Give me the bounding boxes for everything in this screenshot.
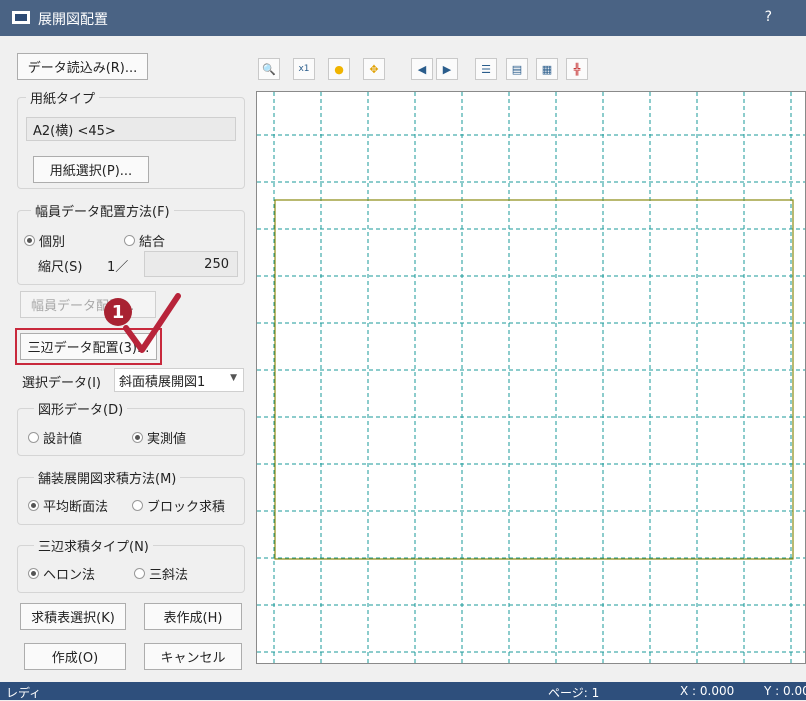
radio-average-section[interactable]: 平均断面法 bbox=[28, 496, 108, 515]
next-page-icon[interactable]: ▶ bbox=[436, 58, 458, 80]
move-shape-icon[interactable]: ✥ bbox=[363, 58, 385, 80]
step-badge: 1 bbox=[104, 298, 132, 326]
scale-input[interactable]: 250 bbox=[144, 251, 238, 277]
table-create-button[interactable]: 表作成(H) bbox=[144, 603, 242, 630]
status-x: X : 0.000 bbox=[680, 684, 735, 698]
zoom-window-icon[interactable]: 🔍 bbox=[258, 58, 280, 80]
select-data-label: 選択データ(I) bbox=[22, 376, 101, 391]
radio-dot-icon bbox=[132, 500, 143, 511]
paving-method-label: 舗装展開図求積方法(M) bbox=[34, 468, 181, 487]
help-button[interactable]: ? bbox=[765, 9, 772, 25]
scale-prefix: 1／ bbox=[107, 260, 129, 275]
radio-dot-icon bbox=[132, 432, 143, 443]
radio-block-area[interactable]: ブロック求積 bbox=[132, 496, 225, 515]
radio-dot-icon bbox=[28, 500, 39, 511]
cancel-button[interactable]: キャンセル bbox=[144, 643, 242, 670]
list-icon[interactable]: ☰ bbox=[475, 58, 497, 80]
paper-select-button[interactable]: 用紙選択(P)... bbox=[33, 156, 149, 183]
zoom-x1-icon[interactable]: x1 bbox=[293, 58, 315, 80]
radio-measured-value[interactable]: 実測値 bbox=[132, 428, 186, 447]
grid-icon[interactable]: ╬ bbox=[566, 58, 588, 80]
prev-page-icon[interactable]: ◀ bbox=[411, 58, 433, 80]
chevron-down-icon: ▼ bbox=[230, 373, 237, 383]
status-page: ページ: 1 bbox=[548, 686, 600, 700]
sheet-grid bbox=[257, 92, 805, 663]
paper-type-label: 用紙タイプ bbox=[26, 88, 100, 107]
paper-frame bbox=[274, 199, 794, 560]
title-bar: 展開図配置 ? bbox=[0, 0, 806, 36]
triangle-area-label: 三辺求積タイプ(N) bbox=[34, 536, 153, 555]
select-data-dropdown[interactable]: 斜面積展開図1 ▼ bbox=[114, 368, 244, 392]
radio-sanshya[interactable]: 三斜法 bbox=[134, 564, 188, 583]
detail-list-icon[interactable]: ▤ bbox=[506, 58, 528, 80]
layout-canvas[interactable] bbox=[256, 91, 806, 664]
scale-label: 縮尺(S) bbox=[38, 260, 83, 275]
checkmark-icon bbox=[123, 293, 181, 353]
app-icon bbox=[12, 11, 30, 24]
radio-individual[interactable]: 個別 bbox=[24, 231, 65, 250]
shape-data-label: 図形データ(D) bbox=[34, 399, 128, 418]
radio-heron[interactable]: ヘロン法 bbox=[28, 564, 95, 583]
paper-type-value: A2(横) <45> bbox=[26, 117, 236, 141]
load-data-button[interactable]: データ読込み(R)... bbox=[17, 53, 148, 80]
radio-dot-icon bbox=[28, 432, 39, 443]
width-placement-label: 幅員データ配置方法(F) bbox=[31, 201, 174, 220]
layout-grid-icon[interactable]: ▦ bbox=[536, 58, 558, 80]
window-title: 展開図配置 bbox=[38, 12, 108, 28]
create-button[interactable]: 作成(O) bbox=[24, 643, 126, 670]
status-y: Y : 0.000 bbox=[764, 684, 806, 698]
status-bar: レディ ページ: 1 X : 0.000 Y : 0.000 bbox=[0, 682, 806, 700]
status-ready: レディ bbox=[6, 686, 42, 700]
table-select-button[interactable]: 求積表選択(K) bbox=[20, 603, 126, 630]
radio-dot-icon bbox=[24, 235, 35, 246]
radio-combine[interactable]: 結合 bbox=[124, 231, 165, 250]
radio-dot-icon bbox=[124, 235, 135, 246]
bulb-icon[interactable]: ● bbox=[328, 58, 350, 80]
radio-dot-icon bbox=[134, 568, 145, 579]
radio-dot-icon bbox=[28, 568, 39, 579]
radio-design-value[interactable]: 設計値 bbox=[28, 428, 82, 447]
